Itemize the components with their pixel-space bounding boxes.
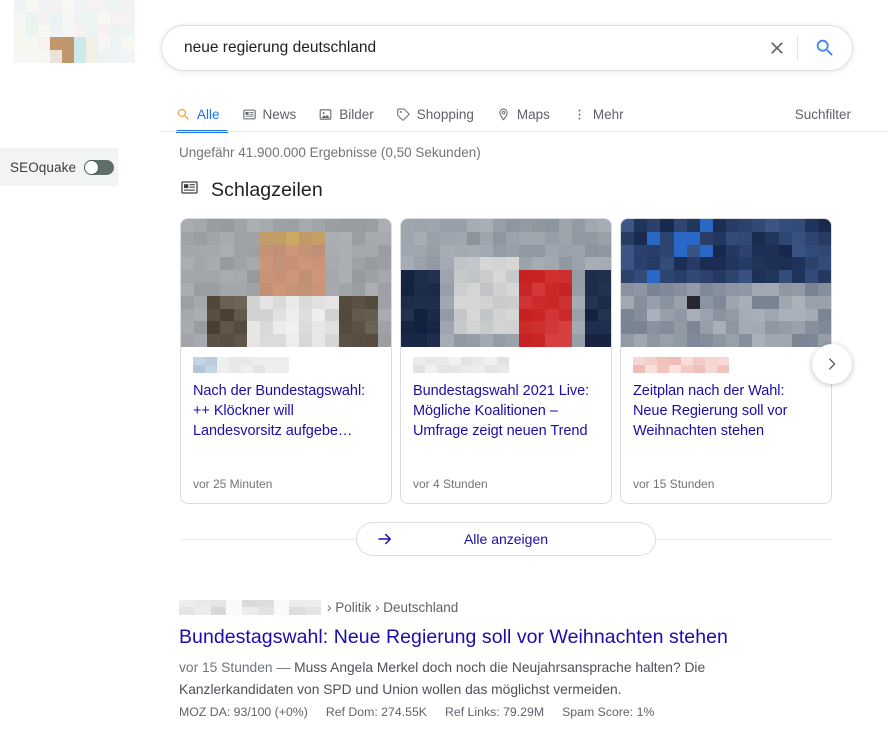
- more-vert-icon: [572, 107, 587, 122]
- tab-label: News: [262, 106, 297, 122]
- news-card[interactable]: Nach der Bundestagswahl: ++ Klöckner wil…: [180, 218, 392, 504]
- tab-label: Maps: [516, 106, 550, 122]
- tag-icon: [396, 107, 411, 122]
- tab-label: Alle: [197, 106, 220, 122]
- arrow-right-icon: [357, 530, 413, 548]
- tab-label: Bilder: [339, 106, 374, 122]
- seoquake-toggle-knob: [85, 160, 99, 174]
- map-pin-icon: [496, 107, 511, 122]
- search-icon: [816, 39, 833, 56]
- search-icon: [176, 107, 191, 122]
- headlines-header: Schlagzeilen: [180, 178, 323, 202]
- google-logo[interactable]: [14, 0, 135, 63]
- result-stats: Ungefähr 41.900.000 Ergebnisse (0,50 Sek…: [179, 145, 481, 160]
- news-card-time: vor 4 Stunden: [413, 477, 488, 491]
- close-icon: [771, 42, 783, 54]
- news-source-logo: [633, 357, 729, 373]
- news-source-logo: [413, 357, 509, 373]
- tab-mehr[interactable]: Mehr: [572, 96, 646, 132]
- show-all-button[interactable]: Alle anzeigen: [356, 522, 656, 556]
- news-card[interactable]: Zeitplan nach der Wahl: Neue Regierung s…: [620, 218, 832, 504]
- search-bar[interactable]: [161, 25, 853, 71]
- news-icon: [242, 107, 257, 122]
- seo-metrics-row: MOZ DA: 93/100 (+0%) Ref Dom: 274.55K Re…: [179, 705, 779, 719]
- news-source-logo: [193, 357, 289, 373]
- tab-maps[interactable]: Maps: [496, 96, 572, 132]
- news-card-time: vor 15 Stunden: [633, 477, 715, 491]
- metric-ref-dom: Ref Dom: 274.55K: [325, 705, 427, 719]
- result-snippet: vor 15 Stunden — Muss Angela Merkel doch…: [179, 657, 739, 700]
- search-submit-button[interactable]: [798, 26, 852, 70]
- image-icon: [318, 107, 333, 122]
- news-thumbnail: [621, 219, 831, 347]
- search-results-page: SEOquake Alle: [0, 0, 888, 749]
- news-thumbnail: [181, 219, 391, 347]
- show-all-label: Alle anzeigen: [463, 531, 549, 547]
- tab-label: Shopping: [416, 106, 474, 122]
- search-tabs: Alle News Bilder Shopping Maps Mehr Such…: [176, 96, 853, 133]
- search-result: › Politik › Deutschland Bundestagswahl: …: [179, 598, 779, 719]
- result-url-row[interactable]: › Politik › Deutschland: [179, 598, 779, 616]
- news-card-body: Nach der Bundestagswahl: ++ Klöckner wil…: [181, 347, 391, 477]
- seoquake-toggle[interactable]: [84, 159, 115, 175]
- news-card[interactable]: Bundestagswahl 2021 Live: Mögliche Koali…: [400, 218, 612, 504]
- metric-ref-links: Ref Links: 79.29M: [445, 705, 545, 719]
- metric-spam-score: Spam Score: 1%: [562, 705, 655, 719]
- tabs-divider: [161, 131, 888, 132]
- tab-news[interactable]: News: [242, 96, 319, 132]
- tab-label: Mehr: [592, 106, 624, 122]
- news-card-body: Zeitplan nach der Wahl: Neue Regierung s…: [621, 347, 831, 477]
- newspaper-icon: [180, 178, 199, 202]
- seoquake-label: SEOquake: [10, 159, 77, 175]
- clear-search-button[interactable]: [757, 26, 797, 70]
- search-filters-button[interactable]: Suchfilter: [795, 107, 853, 122]
- carousel-next-button[interactable]: [812, 344, 852, 384]
- metric-moz-da: MOZ DA: 93/100 (+0%): [179, 705, 308, 719]
- result-timestamp: vor 15 Stunden: [179, 660, 273, 675]
- news-card-body: Bundestagswahl 2021 Live: Mögliche Koali…: [401, 347, 611, 477]
- news-card-title[interactable]: Zeitplan nach der Wahl: Neue Regierung s…: [633, 381, 819, 441]
- headlines-carousel: Nach der Bundestagswahl: ++ Klöckner wil…: [180, 218, 832, 504]
- search-input[interactable]: [162, 39, 757, 57]
- result-domain: [179, 599, 321, 615]
- seoquake-panel[interactable]: SEOquake: [0, 148, 118, 186]
- breadcrumb: › Politik › Deutschland: [327, 599, 459, 615]
- show-all-row: Alle anzeigen: [180, 522, 832, 556]
- news-card-time: vor 25 Minuten: [193, 477, 273, 491]
- tab-bilder[interactable]: Bilder: [318, 96, 396, 132]
- left-rail: SEOquake: [0, 0, 160, 749]
- chevron-right-icon: [829, 358, 836, 370]
- result-separator: —: [276, 660, 291, 675]
- result-title-link[interactable]: Bundestagswahl: Neue Regierung soll vor …: [179, 624, 779, 650]
- news-thumbnail: [401, 219, 611, 347]
- headlines-title: Schlagzeilen: [211, 178, 323, 201]
- news-card-title[interactable]: Nach der Bundestagswahl: ++ Klöckner wil…: [193, 381, 379, 441]
- news-card-title[interactable]: Bundestagswahl 2021 Live: Mögliche Koali…: [413, 381, 599, 441]
- tab-alle[interactable]: Alle: [176, 96, 242, 133]
- tab-shopping[interactable]: Shopping: [396, 96, 496, 132]
